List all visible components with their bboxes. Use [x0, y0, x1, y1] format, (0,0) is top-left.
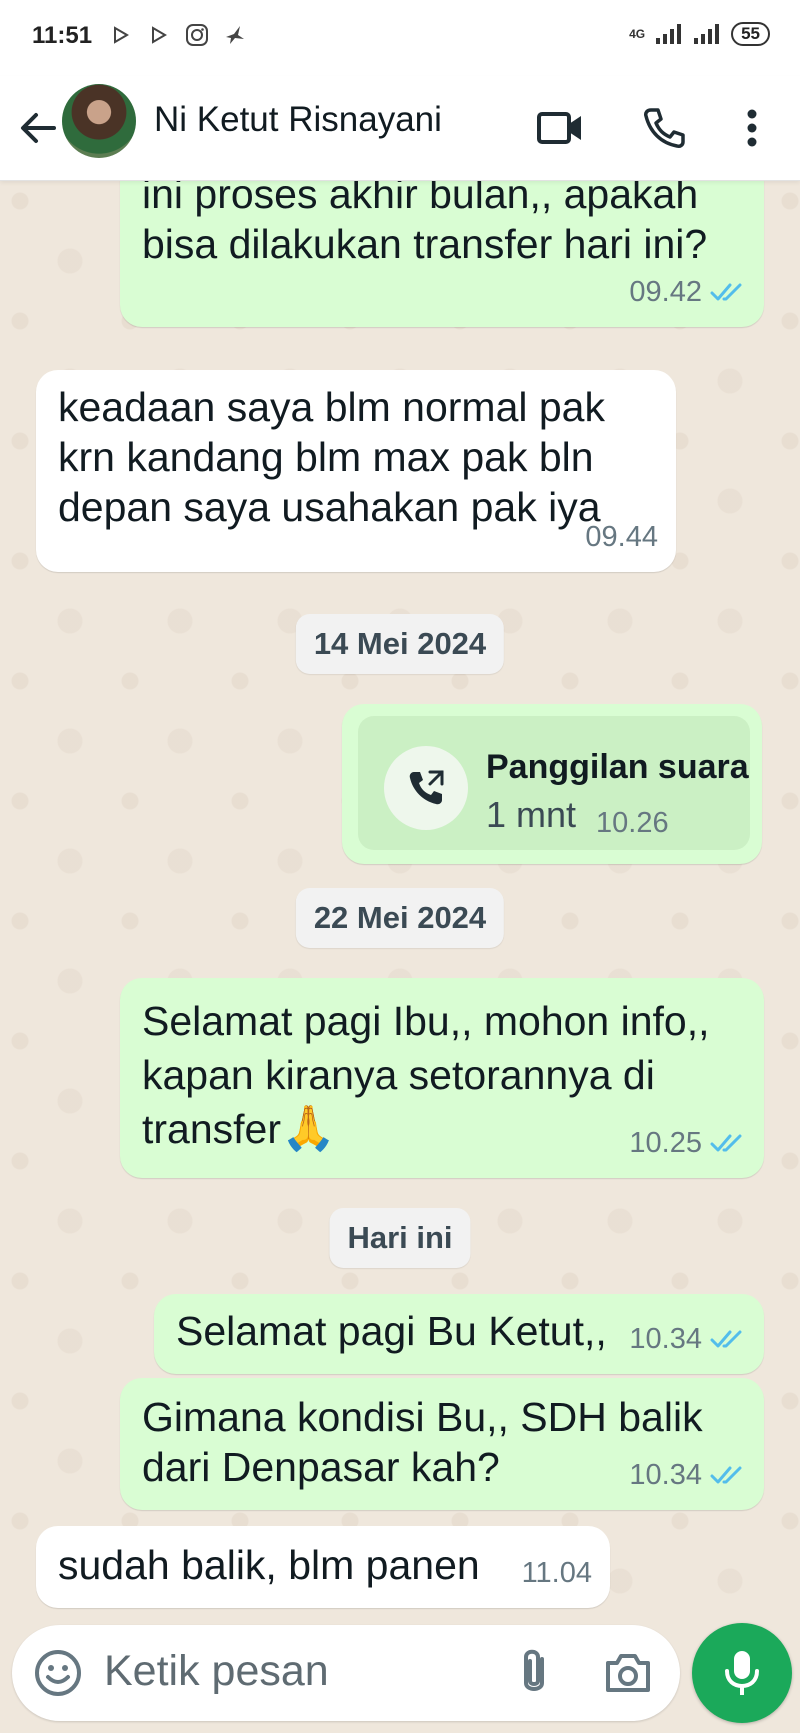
contact-name[interactable]: Ni Ketut Risnayani	[154, 100, 442, 140]
attach-icon[interactable]	[508, 1645, 560, 1701]
message-time: 10.34	[629, 1323, 702, 1355]
play-icon	[146, 22, 172, 48]
message-text: sudah balik, blm panen	[58, 1542, 480, 1588]
message-bubble-outgoing[interactable]: ini proses akhir bulan,, apakah bisa dil…	[120, 181, 764, 327]
chat-area[interactable]: ini proses akhir bulan,, apakah bisa dil…	[0, 181, 800, 1621]
message-composer[interactable]: Ketik pesan	[12, 1625, 680, 1721]
message-meta: 11.04	[522, 1548, 592, 1598]
message-meta: 10.34	[629, 1314, 746, 1364]
bird-icon	[222, 22, 248, 48]
folded-hands-emoji: 🙏	[281, 1104, 336, 1153]
date-separator: Hari ini	[329, 1208, 471, 1268]
chat-header: Ni Ketut Risnayani	[0, 76, 800, 181]
signal-icon	[694, 24, 720, 44]
call-title: Panggilan suara	[486, 748, 749, 786]
message-time: 11.04	[521, 1557, 592, 1589]
message-time: 10.26	[596, 807, 669, 839]
outgoing-call-icon	[384, 746, 468, 830]
call-card[interactable]: Panggilan suara 1 mnt 10.26	[358, 716, 750, 850]
message-bubble-outgoing[interactable]: Gimana kondisi Bu,, SDH balik dari Denpa…	[120, 1378, 764, 1510]
video-call-icon[interactable]	[532, 100, 588, 156]
emoji-icon[interactable]	[32, 1647, 84, 1699]
message-time: 09.44	[585, 521, 658, 553]
date-separator: 22 Mei 2024	[295, 888, 505, 948]
double-check-icon	[710, 283, 742, 301]
status-time: 11:51	[32, 22, 93, 49]
message-input[interactable]: Ketik pesan	[104, 1647, 329, 1696]
battery-indicator: 55	[731, 22, 770, 46]
message-meta: 09.44	[585, 512, 658, 562]
message-meta: 10.25	[629, 1118, 746, 1168]
message-text: ini proses akhir bulan,, apakah bisa dil…	[142, 181, 708, 267]
message-time: 10.25	[629, 1127, 702, 1159]
double-check-icon	[710, 1466, 742, 1484]
message-meta: 10.34	[629, 1450, 746, 1500]
message-time: 09.42	[629, 276, 702, 308]
call-duration: 1 mnt	[486, 794, 577, 835]
date-separator: 14 Mei 2024	[295, 614, 505, 674]
message-bubble-incoming[interactable]: sudah balik, blm panen 11.04	[36, 1526, 610, 1608]
back-arrow-icon[interactable]	[14, 104, 62, 152]
signal-icon	[656, 24, 682, 44]
message-bubble-outgoing[interactable]: Selamat pagi Ibu,, mohon info,, kapan ki…	[120, 978, 764, 1178]
system-icons: 4G 55	[629, 22, 770, 46]
double-check-icon	[710, 1330, 742, 1348]
message-meta: 09.42	[629, 267, 746, 317]
message-text-content: Selamat pagi Ibu,, mohon info,, kapan ki…	[142, 998, 710, 1152]
message-text: keadaan saya blm normal pak krn kandang …	[58, 384, 605, 530]
double-check-icon	[710, 1134, 742, 1152]
call-bubble[interactable]: Panggilan suara 1 mnt 10.26	[342, 704, 762, 864]
instagram-icon	[184, 22, 210, 48]
play-icon	[108, 22, 134, 48]
avatar[interactable]	[62, 84, 136, 158]
status-bar: 11:51 4G 55	[0, 0, 800, 76]
more-vert-icon[interactable]	[724, 100, 780, 156]
mic-icon[interactable]	[692, 1623, 792, 1723]
network-type: 4G	[629, 27, 646, 41]
notification-icons	[108, 22, 248, 48]
camera-icon[interactable]	[602, 1647, 654, 1699]
message-bubble-incoming[interactable]: keadaan saya blm normal pak krn kandang …	[36, 370, 676, 572]
phone-icon[interactable]	[636, 100, 692, 156]
message-time: 10.34	[629, 1459, 702, 1491]
message-bubble-outgoing[interactable]: Selamat pagi Bu Ketut,, 10.34	[154, 1294, 764, 1374]
